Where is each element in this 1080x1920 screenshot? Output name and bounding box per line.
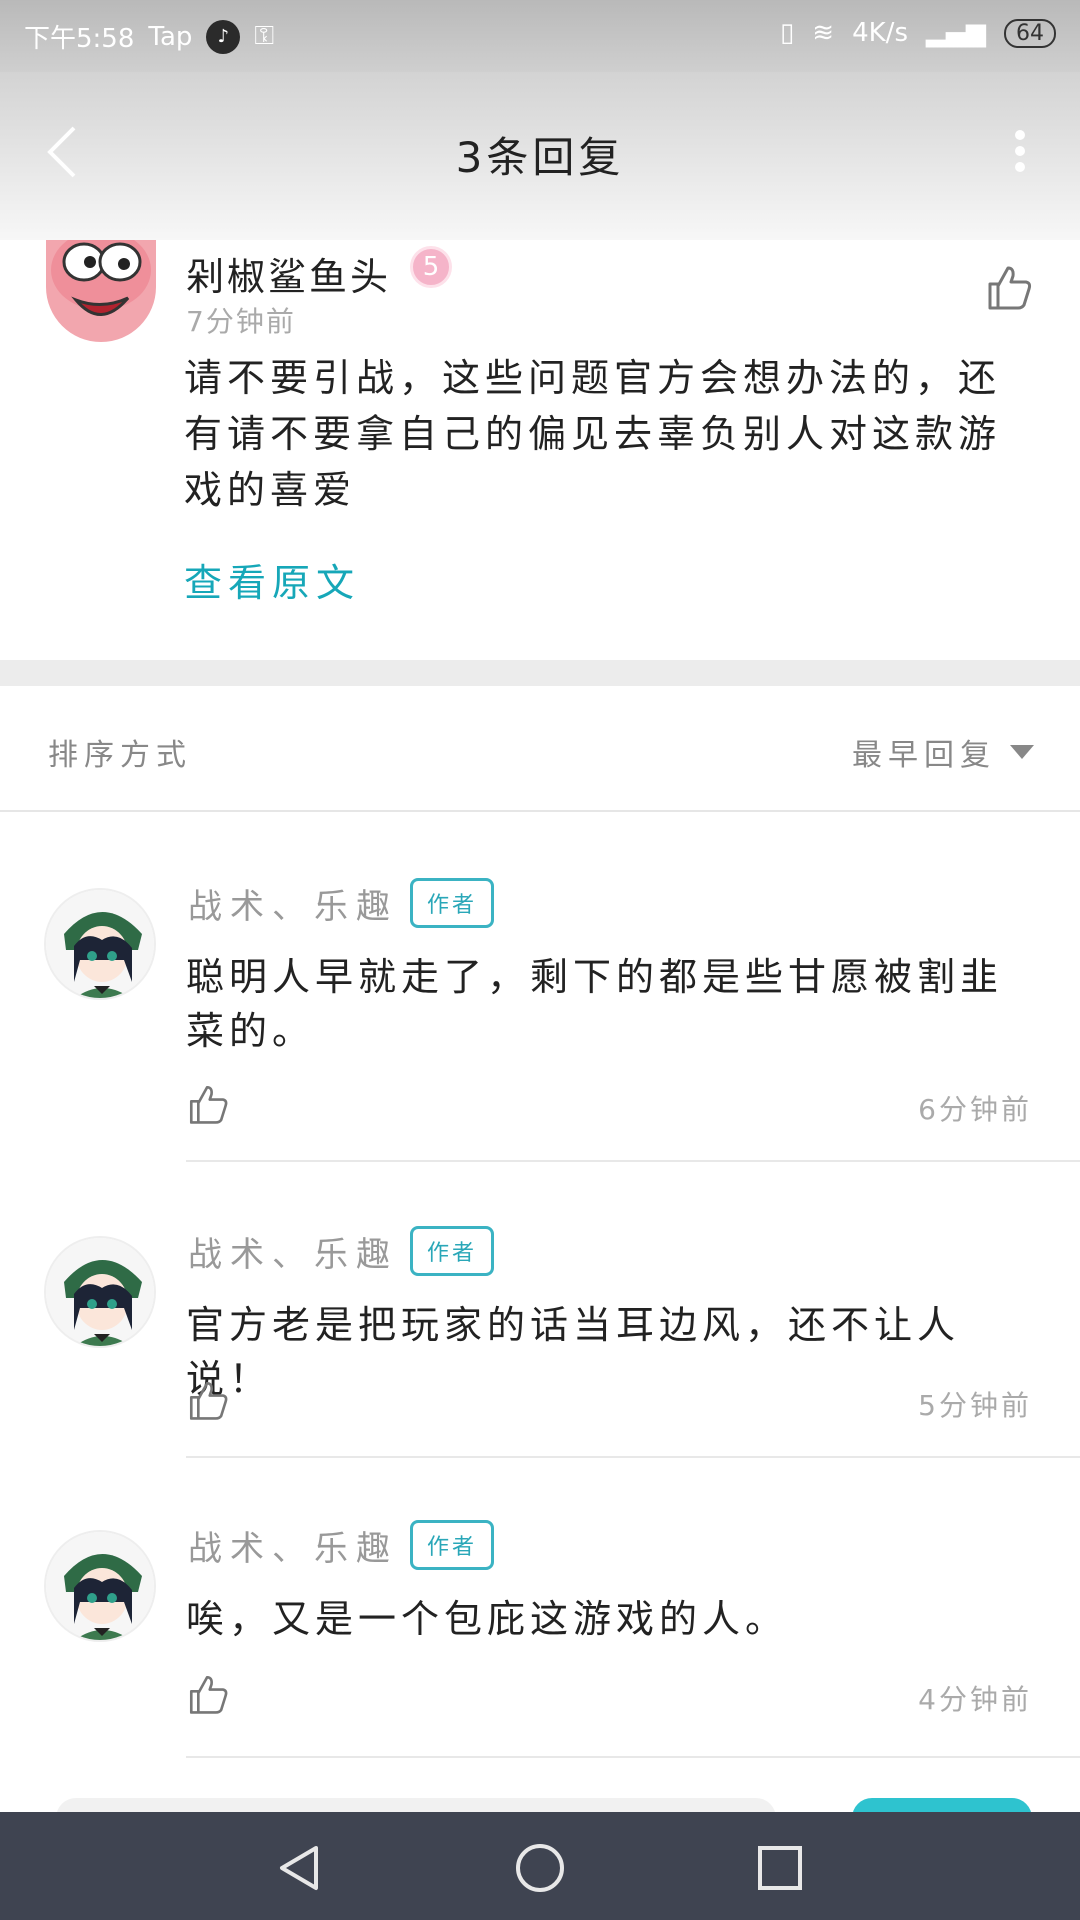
more-options-button[interactable]	[1010, 124, 1030, 184]
avatar[interactable]	[44, 1236, 156, 1348]
nav-home-icon[interactable]	[514, 1842, 566, 1894]
list-item: 战术、乐趣 作者 官方老是把玩家的话当耳边风，还不让人说！ 5分钟前	[0, 1162, 1080, 1458]
battery-indicator: 64	[1004, 18, 1056, 48]
character-avatar-icon	[46, 1532, 154, 1640]
caret-down-icon	[1010, 745, 1034, 759]
reply-time: 6分钟前	[918, 1093, 1032, 1126]
section-divider	[0, 660, 1080, 686]
reply-author[interactable]: 战术、乐趣	[188, 1521, 398, 1570]
list-item: 战术、乐趣 作者 唉，又是一个包庇这游戏的人。 4分钟前	[0, 1458, 1080, 1758]
comment-time: 7分钟前	[186, 305, 296, 338]
reply-text: 唉，又是一个包庇这游戏的人。	[186, 1597, 789, 1641]
author-tag: 作者	[410, 1226, 495, 1276]
status-bar: 下午5:58 Tap ♪ ⚿ ▯ ≋ 4K/s ▂▄▆ 64	[0, 0, 1080, 72]
reply-time: 5分钟前	[918, 1389, 1032, 1422]
reply-author-row: 战术、乐趣 作者	[188, 1520, 495, 1570]
row-divider	[186, 1756, 1080, 1758]
avatar[interactable]	[44, 1530, 156, 1642]
thumbs-up-icon	[189, 1675, 228, 1714]
signal-icon: ▂▄▆	[926, 18, 986, 48]
thumbs-up-icon	[189, 1085, 228, 1124]
author-tag: 作者	[410, 878, 495, 928]
wifi-icon: ≋	[812, 18, 835, 48]
more-dot-icon	[1015, 162, 1025, 172]
reply-time: 4分钟前	[918, 1683, 1032, 1716]
reply-author[interactable]: 战术、乐趣	[188, 879, 398, 928]
like-button[interactable]	[984, 262, 1034, 312]
reply-author-row: 战术、乐趣 作者	[188, 878, 495, 928]
comment-author[interactable]: 剁椒鲨鱼头	[186, 246, 391, 301]
original-comment: 剁椒鲨鱼头 5 7分钟前 请不要引战，这些问题官方会想办法的，还有请不要拿自己的…	[0, 240, 1080, 660]
level-badge: 5	[410, 246, 452, 288]
thumbs-up-icon	[988, 266, 1032, 310]
list-item: 战术、乐趣 作者 聪明人早就走了，剩下的都是些甘愿被割韭菜的。 6分钟前	[0, 812, 1080, 1162]
thumbs-up-icon	[189, 1381, 228, 1420]
sort-selected-value: 最早回复	[852, 738, 996, 773]
sort-dropdown[interactable]: 最早回复	[852, 730, 1034, 774]
reply-text: 聪明人早就走了，剩下的都是些甘愿被割韭菜的。	[186, 955, 1004, 1053]
like-button[interactable]	[186, 1672, 230, 1716]
status-app-label: Tap	[148, 21, 193, 52]
sort-row: 排序方式 最早回复	[0, 686, 1080, 812]
reply-author-row: 战术、乐趣 作者	[188, 1226, 495, 1276]
avatar[interactable]	[44, 888, 156, 1000]
avatar[interactable]	[46, 240, 156, 342]
like-button[interactable]	[186, 1378, 230, 1422]
reply-list: 战术、乐趣 作者 聪明人早就走了，剩下的都是些甘愿被割韭菜的。 6分钟前 战术、…	[0, 812, 1080, 1758]
like-button[interactable]	[186, 1082, 230, 1126]
nav-recents-icon[interactable]	[754, 1842, 806, 1894]
reply-text: 官方老是把玩家的话当耳边风，还不让人说！	[186, 1303, 961, 1401]
reply-author[interactable]: 战术、乐趣	[188, 1227, 398, 1276]
character-avatar-icon	[46, 890, 154, 998]
view-original-link[interactable]: 查看原文	[184, 552, 360, 607]
reply-input-bar	[0, 1772, 1080, 1838]
character-avatar-icon	[46, 1238, 154, 1346]
vibrate-icon: ▯	[779, 18, 795, 48]
tiktok-icon: ♪	[206, 19, 241, 54]
page-title: 3条回复	[455, 133, 625, 182]
sort-label: 排序方式	[48, 738, 192, 773]
nav-back-icon[interactable]	[274, 1842, 326, 1894]
key-icon: ⚿	[254, 21, 275, 51]
patrick-avatar-icon	[46, 240, 156, 342]
more-dot-icon	[1015, 146, 1025, 156]
network-speed: 4K/s	[852, 18, 908, 48]
comment-content: 请不要引战，这些问题官方会想办法的，还有请不要拿自己的偏见去辜负别人对这款游戏的…	[184, 356, 1002, 512]
author-tag: 作者	[410, 1520, 495, 1570]
app-header: 3条回复	[0, 72, 1080, 240]
more-dot-icon	[1015, 130, 1025, 140]
status-time: 下午5:58	[24, 24, 135, 54]
system-navigation-bar	[0, 1812, 1080, 1920]
